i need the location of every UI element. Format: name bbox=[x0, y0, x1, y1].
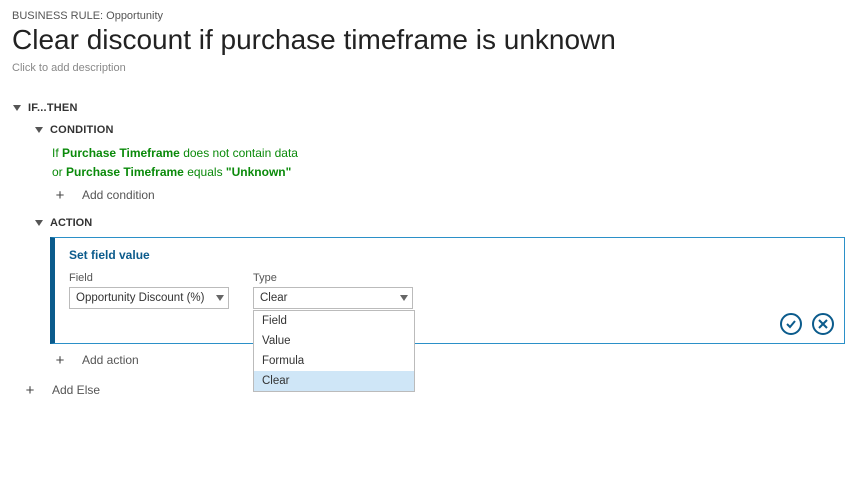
plus-icon: + bbox=[52, 352, 68, 368]
ifthen-label: IF...THEN bbox=[28, 102, 78, 114]
type-option-field[interactable]: Field bbox=[254, 311, 414, 331]
condition-header[interactable]: CONDITION bbox=[34, 124, 845, 136]
action-header[interactable]: ACTION bbox=[34, 217, 845, 229]
chevron-down-icon bbox=[216, 292, 224, 304]
action-title: Set field value bbox=[69, 248, 832, 262]
condition-line[interactable]: If Purchase Timeframe does not contain d… bbox=[52, 146, 845, 160]
type-option-value[interactable]: Value bbox=[254, 331, 414, 351]
add-action-label: Add action bbox=[82, 353, 139, 367]
add-else-button[interactable]: + Add Else bbox=[22, 382, 845, 398]
ifthen-header[interactable]: IF...THEN bbox=[12, 102, 845, 114]
condition-field: Purchase Timeframe bbox=[66, 165, 184, 179]
caret-down-icon[interactable] bbox=[34, 218, 44, 228]
caret-down-icon[interactable] bbox=[12, 103, 22, 113]
cancel-button[interactable] bbox=[812, 313, 834, 335]
add-action-button[interactable]: + Add action bbox=[52, 352, 845, 368]
field-select[interactable]: Opportunity Discount (%) bbox=[69, 287, 229, 309]
chevron-down-icon bbox=[400, 292, 408, 304]
add-condition-label: Add condition bbox=[82, 188, 155, 202]
condition-field: Purchase Timeframe bbox=[62, 146, 180, 160]
field-select-value: Opportunity Discount (%) bbox=[76, 292, 204, 304]
type-label: Type bbox=[253, 272, 413, 284]
plus-icon: + bbox=[52, 187, 68, 203]
type-option-clear[interactable]: Clear bbox=[254, 371, 414, 391]
condition-label: CONDITION bbox=[50, 124, 114, 136]
condition-prefix: If bbox=[52, 146, 59, 160]
condition-prefix: or bbox=[52, 165, 63, 179]
description-placeholder[interactable]: Click to add description bbox=[12, 62, 845, 74]
type-select[interactable]: Clear Field Value Formula Clear bbox=[253, 287, 413, 309]
type-dropdown: Field Value Formula Clear bbox=[253, 310, 415, 392]
plus-icon: + bbox=[22, 382, 38, 398]
close-icon bbox=[818, 319, 828, 329]
condition-line[interactable]: or Purchase Timeframe equals "Unknown" bbox=[52, 165, 845, 179]
action-card: Set field value Field Opportunity Discou… bbox=[50, 237, 845, 344]
page-title: Clear discount if purchase timeframe is … bbox=[12, 24, 845, 56]
confirm-button[interactable] bbox=[780, 313, 802, 335]
field-label: Field bbox=[69, 272, 229, 284]
condition-operator: does not contain data bbox=[183, 146, 298, 160]
condition-value: "Unknown" bbox=[226, 165, 291, 179]
condition-operator: equals bbox=[187, 165, 222, 179]
check-icon bbox=[785, 318, 797, 330]
type-select-value: Clear bbox=[260, 292, 287, 304]
caret-down-icon[interactable] bbox=[34, 125, 44, 135]
type-option-formula[interactable]: Formula bbox=[254, 351, 414, 371]
add-condition-button[interactable]: + Add condition bbox=[52, 187, 845, 203]
breadcrumb: BUSINESS RULE: Opportunity bbox=[12, 10, 845, 22]
add-else-label: Add Else bbox=[52, 383, 100, 397]
action-label: ACTION bbox=[50, 217, 92, 229]
